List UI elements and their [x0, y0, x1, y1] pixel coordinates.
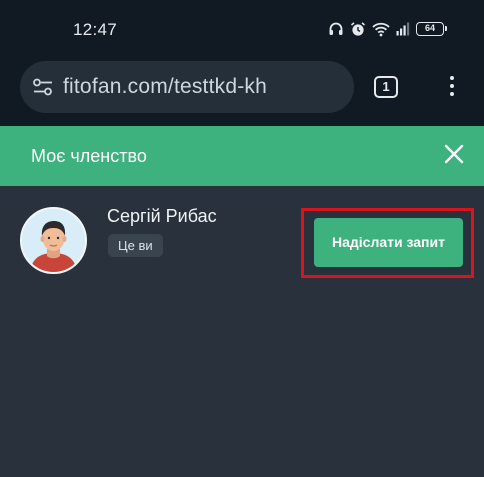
send-request-button[interactable]: Надіслати запит [314, 218, 463, 267]
url-text[interactable]: fitofan.com/testtkd-kh [63, 75, 267, 99]
member-name: Сергій Рибас [107, 206, 217, 226]
signal-icon [396, 22, 410, 36]
status-icons: 64 [328, 21, 447, 37]
wifi-icon [372, 21, 390, 37]
tab-switcher-button[interactable]: 1 [374, 76, 398, 98]
browser-toolbar: fitofan.com/testtkd-kh 1 [0, 58, 484, 126]
alarm-icon [350, 21, 366, 37]
more-vert-icon[interactable] [444, 74, 460, 100]
screen: 12:47 64 fitofan.com/testtkd-kh 1 Моє чл… [0, 0, 484, 477]
address-bar[interactable]: fitofan.com/testtkd-kh [20, 61, 354, 113]
you-badge: Це ви [108, 234, 163, 257]
page-title: Моє членство [31, 146, 147, 166]
membership-header: Моє членство [0, 126, 484, 186]
tune-icon[interactable] [32, 77, 54, 102]
avatar [20, 207, 87, 274]
headphones-icon [328, 21, 344, 37]
status-time: 12:47 [73, 20, 118, 39]
close-icon[interactable] [444, 144, 464, 164]
battery-icon: 64 [416, 22, 447, 36]
status-bar: 12:47 64 [0, 0, 484, 58]
